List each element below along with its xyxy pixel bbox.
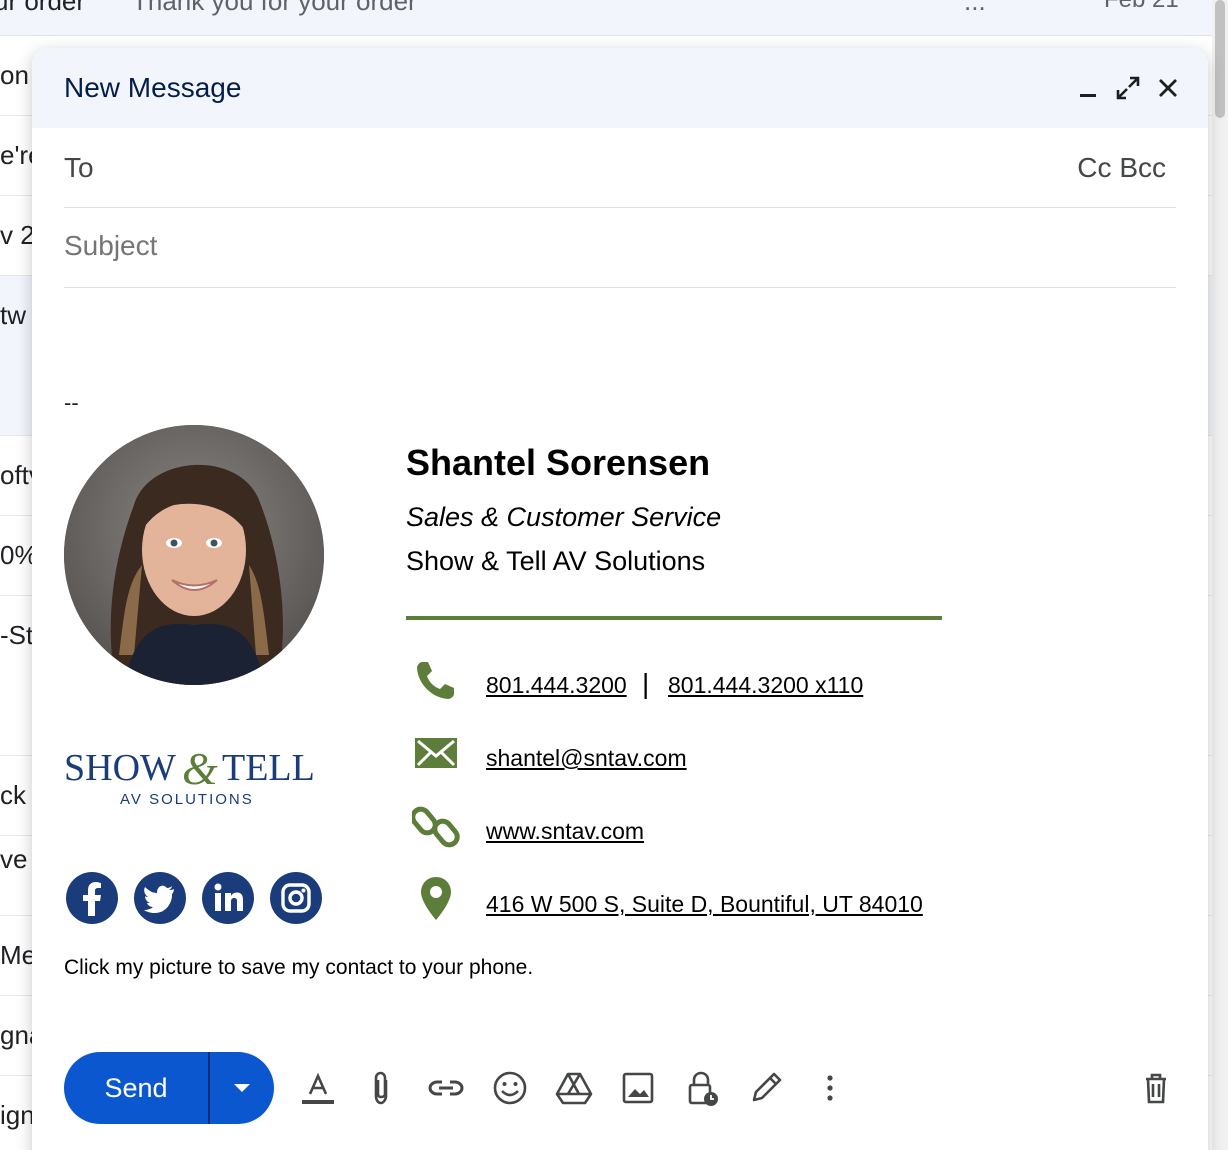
signature-icon[interactable] — [746, 1068, 786, 1108]
inbox-fragment: ign — [0, 1100, 35, 1130]
inbox-fragment: ve — [0, 844, 28, 874]
discard-icon[interactable] — [1136, 1068, 1176, 1108]
chevron-down-icon — [234, 1084, 250, 1092]
svg-text:SHOW: SHOW — [64, 747, 176, 789]
link-icon[interactable] — [426, 1068, 466, 1108]
inbox-fragment: -St — [0, 620, 34, 650]
to-input[interactable] — [134, 144, 1034, 188]
phone-icon — [412, 656, 460, 704]
envelope-icon — [412, 728, 460, 776]
inbox-row-top[interactable]: ur order Thank you for your order ... Fe… — [0, 0, 1212, 36]
send-button-group: Send — [64, 1052, 274, 1124]
svg-text:&: & — [182, 743, 218, 794]
expand-icon[interactable] — [1112, 72, 1144, 104]
signature-role: Sales & Customer Service — [406, 502, 722, 532]
instagram-icon[interactable] — [270, 872, 322, 924]
cc-bcc-links: Cc Bcc — [1077, 152, 1166, 184]
inbox-snippet: Thank you for your order — [132, 0, 417, 16]
show-and-tell-logo[interactable]: SHOW & TELL AV SOLUTIONS — [64, 742, 326, 810]
inbox-date: Feb 21 — [1104, 0, 1179, 14]
map-pin-icon — [412, 874, 460, 922]
photo-icon[interactable] — [618, 1068, 658, 1108]
facebook-icon[interactable] — [66, 872, 118, 924]
signature-name: Shantel Sorensen — [406, 442, 711, 483]
email-link[interactable]: shantel@sntav.com — [486, 745, 687, 772]
subject-field-row — [64, 208, 1176, 288]
confidential-icon[interactable] — [682, 1068, 722, 1108]
bcc-link[interactable]: Bcc — [1119, 152, 1166, 183]
scrollbar-track[interactable] — [1212, 0, 1228, 1150]
gmail-stage: ur order Thank you for your order ... Fe… — [0, 0, 1228, 1150]
website-link[interactable]: www.sntav.com — [486, 818, 644, 845]
attach-icon[interactable] — [362, 1068, 402, 1108]
phone-link-ext[interactable]: 801.444.3200 x110 — [668, 672, 863, 699]
signature-note: Click my picture to save my contact to y… — [64, 956, 534, 979]
cc-link[interactable]: Cc — [1077, 152, 1111, 183]
to-field-row: To Cc Bcc — [64, 128, 1176, 208]
compose-header[interactable]: New Message — [32, 48, 1208, 128]
svg-text:AV SOLUTIONS: AV SOLUTIONS — [120, 791, 254, 808]
phone-link-main[interactable]: 801.444.3200 — [486, 672, 627, 699]
text-format-icon[interactable] — [298, 1068, 338, 1108]
compose-title: New Message — [64, 72, 242, 103]
more-options-icon[interactable] — [810, 1068, 850, 1108]
inbox-fragment: on — [0, 60, 29, 90]
signature-dash: -- — [64, 390, 79, 415]
phone-separator: | — [642, 668, 650, 699]
inbox-sender: ur order — [0, 0, 86, 16]
emoji-icon[interactable] — [490, 1068, 530, 1108]
close-icon[interactable] — [1152, 72, 1184, 104]
subject-input[interactable] — [64, 224, 1164, 268]
send-button[interactable]: Send — [64, 1052, 208, 1124]
inbox-fragment: tw — [0, 300, 26, 330]
inbox-more: ... — [964, 0, 986, 16]
scrollbar-thumb[interactable] — [1215, 0, 1225, 118]
signature-divider — [406, 616, 942, 620]
inbox-fragment: ck — [0, 780, 26, 810]
svg-text:TELL: TELL — [222, 747, 315, 789]
signature-company: Show & Tell AV Solutions — [406, 546, 706, 576]
minimize-icon[interactable] — [1072, 72, 1104, 104]
twitter-icon[interactable] — [134, 872, 186, 924]
schedule-send-dropdown[interactable] — [210, 1052, 274, 1124]
inbox-fragment: v 2 — [0, 220, 35, 250]
address-link[interactable]: 416 W 500 S, Suite D, Bountiful, UT 8401… — [486, 891, 923, 918]
drive-icon[interactable] — [554, 1068, 594, 1108]
chain-link-icon — [410, 802, 460, 850]
inbox-fragment: Me — [0, 940, 37, 970]
to-label: To — [64, 152, 94, 183]
compose-window: New Message To Cc Bcc -- — [32, 48, 1208, 1150]
linkedin-icon[interactable] — [202, 872, 254, 924]
profile-photo[interactable] — [64, 425, 324, 685]
